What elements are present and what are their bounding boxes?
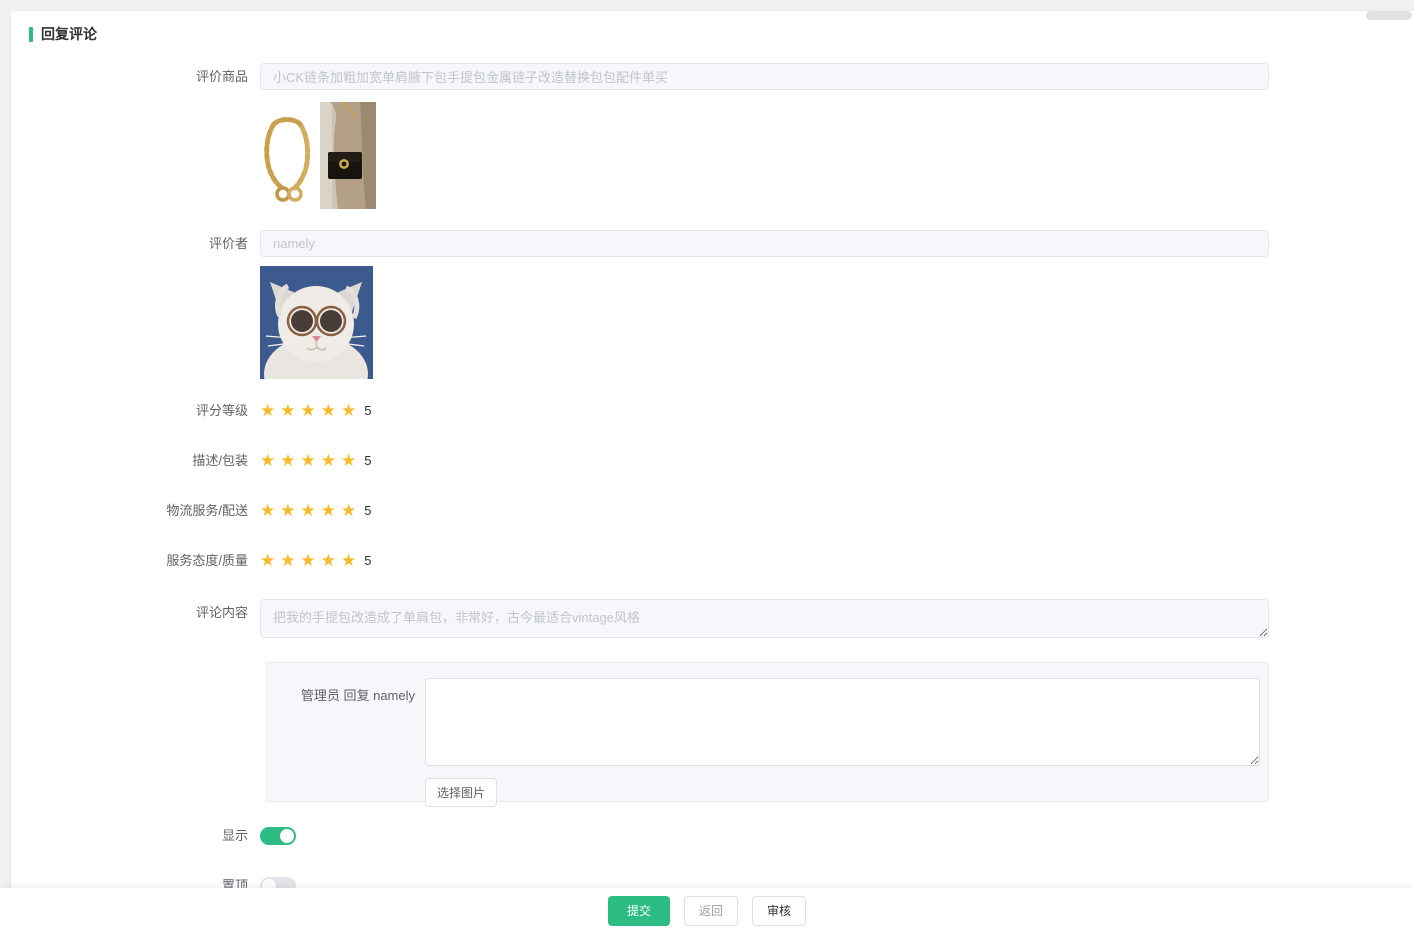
submit-button[interactable]: 提交 — [608, 896, 670, 926]
comment-label: 评论内容 — [11, 599, 260, 626]
ratings-section: 评分等级★★★★★5描述/包装★★★★★5物流服务/配送★★★★★5服务态度/质… — [11, 402, 1414, 569]
star-icon[interactable]: ★ — [301, 502, 316, 519]
star-icon[interactable]: ★ — [341, 552, 356, 569]
rating-label: 物流服务/配送 — [11, 502, 260, 519]
rating-row-2: 物流服务/配送★★★★★5 — [11, 502, 1414, 519]
rating-row-3: 服务态度/质量★★★★★5 — [11, 552, 1414, 569]
star-icon[interactable]: ★ — [260, 552, 275, 569]
star-icon[interactable]: ★ — [321, 502, 336, 519]
rating-value: 5 — [364, 503, 371, 518]
admin-reply-textarea[interactable] — [425, 678, 1260, 766]
reply-comment-form: 评价商品 — [11, 63, 1414, 896]
star-icon[interactable]: ★ — [321, 552, 336, 569]
reviewer-avatar-row — [11, 266, 1414, 379]
rating-label: 服务态度/质量 — [11, 552, 260, 569]
rating-value: 5 — [364, 553, 371, 568]
star-icon[interactable]: ★ — [280, 552, 295, 569]
star-icon[interactable]: ★ — [341, 502, 356, 519]
product-label: 评价商品 — [11, 63, 260, 90]
product-images-row — [11, 102, 1414, 209]
reviewer-input — [260, 230, 1269, 257]
product-row: 评价商品 — [11, 63, 1414, 90]
star-icon[interactable]: ★ — [301, 452, 316, 469]
star-icon[interactable]: ★ — [260, 452, 275, 469]
page-title-text: 回复评论 — [41, 24, 97, 44]
toggle-label: 显示 — [11, 826, 260, 846]
star-icon[interactable]: ★ — [321, 402, 336, 419]
toggle-knob — [280, 829, 294, 843]
scrollbar-thumb[interactable] — [1366, 11, 1412, 20]
reviewer-label: 评价者 — [11, 230, 260, 257]
rating-row-1: 描述/包装★★★★★5 — [11, 452, 1414, 469]
footer-action-bar: 提交 返回 审核 — [0, 888, 1414, 933]
star-icon[interactable]: ★ — [341, 452, 356, 469]
comment-row: 评论内容 把我的手提包改造成了单肩包，非常好，古今最适合vintage风格 — [11, 599, 1414, 643]
rating-label: 描述/包装 — [11, 452, 260, 469]
rating-label: 评分等级 — [11, 402, 260, 419]
star-icon[interactable]: ★ — [341, 402, 356, 419]
title-accent-bar — [29, 27, 33, 42]
back-button[interactable]: 返回 — [684, 896, 738, 926]
toggle-row-0: 显示 — [11, 826, 1414, 846]
reviewer-avatar — [260, 266, 373, 379]
admin-reply-panel: 管理员 回复 namely 选择图片 — [266, 662, 1269, 802]
toggles-section: 显示置顶 — [11, 826, 1414, 896]
comment-textarea: 把我的手提包改造成了单肩包，非常好，古今最适合vintage风格 — [260, 599, 1269, 638]
choose-image-button[interactable]: 选择图片 — [425, 778, 497, 807]
product-image-bag — [320, 102, 376, 209]
product-input — [260, 63, 1269, 90]
star-icon[interactable]: ★ — [280, 452, 295, 469]
rating-value: 5 — [364, 403, 371, 418]
content-card: 回复评论 评价商品 — [10, 10, 1414, 933]
star-icon[interactable]: ★ — [280, 502, 295, 519]
rating-value: 5 — [364, 453, 371, 468]
star-icon[interactable]: ★ — [301, 552, 316, 569]
star-icon[interactable]: ★ — [260, 502, 275, 519]
star-icon[interactable]: ★ — [321, 452, 336, 469]
product-image-chain — [260, 102, 315, 209]
page-title: 回复评论 — [11, 11, 1414, 44]
star-icon[interactable]: ★ — [280, 402, 295, 419]
star-icon[interactable]: ★ — [301, 402, 316, 419]
admin-reply-label: 管理员 回复 namely — [267, 678, 425, 807]
toggle-switch[interactable] — [260, 827, 296, 845]
reviewer-row: 评价者 — [11, 230, 1414, 257]
star-icon[interactable]: ★ — [260, 402, 275, 419]
rating-row-0: 评分等级★★★★★5 — [11, 402, 1414, 419]
audit-button[interactable]: 审核 — [752, 896, 806, 926]
